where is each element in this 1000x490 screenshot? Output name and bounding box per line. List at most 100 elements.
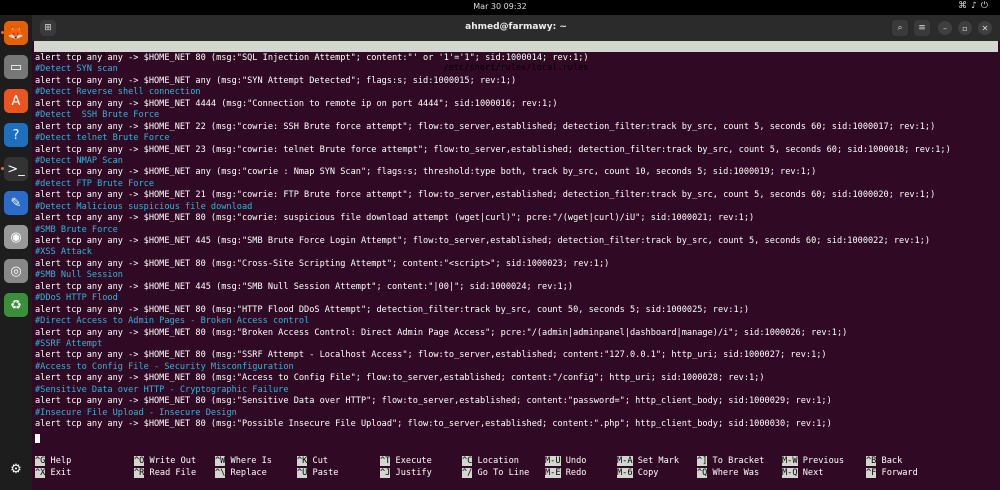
rule-line[interactable]: alert tcp any any -> $HOME_NET any (msg:… xyxy=(35,76,998,87)
shortcut-justify[interactable]: ^J Justify xyxy=(380,467,432,479)
rule-line[interactable]: alert tcp any any -> $HOME_NET 80 (msg:"… xyxy=(35,328,998,339)
text-cursor xyxy=(35,434,40,443)
rule-line[interactable]: alert tcp any any -> $HOME_NET 80 (msg:"… xyxy=(35,53,998,64)
running-indicator xyxy=(1,31,4,34)
rule-line[interactable]: alert tcp any any -> $HOME_NET 21 (msg:"… xyxy=(35,190,998,201)
rule-line[interactable]: alert tcp any any -> $HOME_NET 22 (msg:"… xyxy=(35,122,998,133)
rule-line[interactable]: alert tcp any any -> $HOME_NET 80 (msg:"… xyxy=(35,419,998,430)
shortcut-key: M-A xyxy=(617,456,633,466)
rule-line[interactable]: alert tcp any any -> $HOME_NET 4444 (msg… xyxy=(35,99,998,110)
comment-line[interactable]: #Detect telnet Brute Force xyxy=(35,133,998,144)
shortcut-label: Copy xyxy=(637,467,659,478)
shortcut-key: ^Q xyxy=(697,467,708,478)
comment-line[interactable]: #SSRF Attempt xyxy=(35,339,998,350)
shortcut-location[interactable]: ^C Location xyxy=(462,456,519,467)
comment-line[interactable]: #XSS Attack xyxy=(35,247,998,258)
files-icon[interactable]: ▭ xyxy=(4,55,28,79)
rule-line[interactable]: alert tcp any any -> $HOME_NET 80 (msg:"… xyxy=(35,396,998,407)
shortcut-label: Cut xyxy=(312,456,329,466)
comment-line[interactable]: #detect FTP Brute Force xyxy=(35,179,998,190)
shortcut-key: M-U xyxy=(545,456,561,466)
shortcut-label: Exit xyxy=(50,467,72,478)
dock: 🦊 ▭ A? >_ ✎ ◉ ◎ ♻ ⚙ xyxy=(0,15,32,490)
comment-line[interactable]: #Detect SYN scan xyxy=(35,64,998,75)
rule-line[interactable]: alert tcp any any -> $HOME_NET 80 (msg:"… xyxy=(35,373,998,384)
menu-icon[interactable]: ≡ xyxy=(914,20,930,36)
shortcut-key: ^] xyxy=(697,456,708,466)
volume-icon[interactable]: ♪ xyxy=(971,1,981,11)
terminal-area[interactable]: GNU nano 7.2 /etc/snort/rules/local.rule… xyxy=(32,41,1000,490)
comment-line[interactable]: #DDoS HTTP Flood xyxy=(35,293,998,304)
comment-line[interactable]: #Insecure File Upload - Insecure Design xyxy=(35,408,998,419)
comment-line[interactable]: #Detect Malicious suspicious file downlo… xyxy=(35,202,998,213)
clock[interactable]: Mar 30 09:32 xyxy=(0,2,1000,11)
comment-line[interactable]: #SMB Null Session xyxy=(35,270,998,281)
shortcut-replace[interactable]: ^\ Replace xyxy=(215,467,267,479)
rule-line[interactable]: alert tcp any any -> $HOME_NET any (msg:… xyxy=(35,167,998,178)
shortcut-help[interactable]: ^G Help xyxy=(35,456,71,467)
shortcut-exit[interactable]: ^X Exit xyxy=(35,467,72,479)
shortcut-copy[interactable]: M-6 Copy xyxy=(617,467,659,479)
shortcut-key: ^W xyxy=(215,456,226,466)
shortcut-key: ^U xyxy=(297,467,308,478)
shortcut-label: Forward xyxy=(881,467,918,478)
shortcut-cut[interactable]: ^K Cut xyxy=(297,456,328,467)
shortcut-undo[interactable]: M-U Undo xyxy=(545,456,586,467)
rule-line[interactable]: alert tcp any any -> $HOME_NET 80 (msg:"… xyxy=(35,259,998,270)
shortcut-key: ^\ xyxy=(215,467,226,478)
trash-icon[interactable]: ♻ xyxy=(4,293,28,317)
shortcut-next[interactable]: M-Q Next xyxy=(782,467,823,479)
comment-line[interactable]: #SMB Brute Force xyxy=(35,225,998,236)
disc-icon[interactable]: ◉ xyxy=(4,225,28,249)
shortcut-key: ^R xyxy=(134,467,145,478)
help-icon[interactable]: ? xyxy=(4,123,28,147)
rule-line[interactable]: alert tcp any any -> $HOME_NET 445 (msg:… xyxy=(35,236,998,247)
shortcut-previous[interactable]: M-W Previous xyxy=(782,456,844,467)
shortcut-forward[interactable]: ^F Forward xyxy=(866,467,918,479)
shortcut-redo[interactable]: M-E Redo xyxy=(545,467,586,479)
shortcut-label: Replace xyxy=(230,467,267,478)
power-icon[interactable]: ⏻ xyxy=(981,1,992,11)
network-icon[interactable]: ⌘ xyxy=(958,1,971,11)
text-editor-icon[interactable]: ✎ xyxy=(4,191,28,215)
shortcut-to-bracket[interactable]: ^] To Bracket xyxy=(697,456,764,467)
shortcut-paste[interactable]: ^U Paste xyxy=(297,467,338,479)
shortcut-go-to-line[interactable]: ^/ Go To Line xyxy=(462,467,529,479)
window-title: ahmed@farmawy: ~ xyxy=(465,22,567,32)
shortcut-key: M-E xyxy=(545,467,561,478)
search-icon[interactable]: ⌕ xyxy=(892,20,908,36)
comment-line[interactable]: #Detect Reverse shell connection xyxy=(35,87,998,98)
show-apps-icon[interactable]: ⚙ xyxy=(4,457,28,481)
firefox-icon[interactable]: 🦊 xyxy=(1,21,28,45)
comment-line[interactable]: #Sensitive Data over HTTP - Cryptographi… xyxy=(35,385,998,396)
drive-icon[interactable]: ◎ xyxy=(4,259,28,283)
close-icon[interactable]: ✕ xyxy=(978,21,992,35)
rule-line[interactable]: alert tcp any any -> $HOME_NET 80 (msg:"… xyxy=(35,350,998,361)
title-bar[interactable]: ⊞ ahmed@farmawy: ~ ⌕ ≡ – ▫ ✕ xyxy=(32,15,1000,41)
maximize-icon[interactable]: ▫ xyxy=(958,21,972,35)
rule-line[interactable]: alert tcp any any -> $HOME_NET 80 (msg:"… xyxy=(35,213,998,224)
shortcut-where-was[interactable]: ^Q Where Was xyxy=(697,467,759,479)
rule-line[interactable]: alert tcp any any -> $HOME_NET 80 (msg:"… xyxy=(35,305,998,316)
shortcut-label: Set Mark xyxy=(637,456,680,466)
terminal-icon[interactable]: >_ xyxy=(1,157,28,181)
shortcut-key: ^J xyxy=(380,467,391,478)
rule-line[interactable]: alert tcp any any -> $HOME_NET 445 (msg:… xyxy=(35,282,998,293)
editor-buffer[interactable]: alert tcp any any -> $HOME_NET 80 (msg:"… xyxy=(35,53,998,430)
comment-line[interactable]: #Access to Config File - Security Miscon… xyxy=(35,362,998,373)
shortcut-set-mark[interactable]: M-A Set Mark xyxy=(617,456,679,467)
shortcut-read-file[interactable]: ^R Read File xyxy=(134,467,196,479)
shortcut-key: ^C xyxy=(462,456,473,466)
comment-line[interactable]: #Direct Access to Admin Pages - Broken A… xyxy=(35,316,998,327)
shortcut-write-out[interactable]: ^O Write Out xyxy=(134,456,196,467)
rule-line[interactable]: alert tcp any any -> $HOME_NET 23 (msg:"… xyxy=(35,145,998,156)
comment-line[interactable]: #Detect NMAP Scan xyxy=(35,156,998,167)
shortcut-where-is[interactable]: ^W Where Is xyxy=(215,456,272,467)
comment-line[interactable]: #Detect SSH Brute Force xyxy=(35,110,998,121)
app-center-icon[interactable]: A xyxy=(4,89,28,113)
system-tray[interactable]: ⌘♪⏻ xyxy=(958,1,992,11)
minimize-icon[interactable]: – xyxy=(938,21,952,35)
shortcut-back[interactable]: ^B Back xyxy=(866,456,902,467)
terminal-window: ⊞ ahmed@farmawy: ~ ⌕ ≡ – ▫ ✕ GNU nano 7.… xyxy=(32,15,1000,490)
shortcut-execute[interactable]: ^T Execute xyxy=(380,456,432,467)
